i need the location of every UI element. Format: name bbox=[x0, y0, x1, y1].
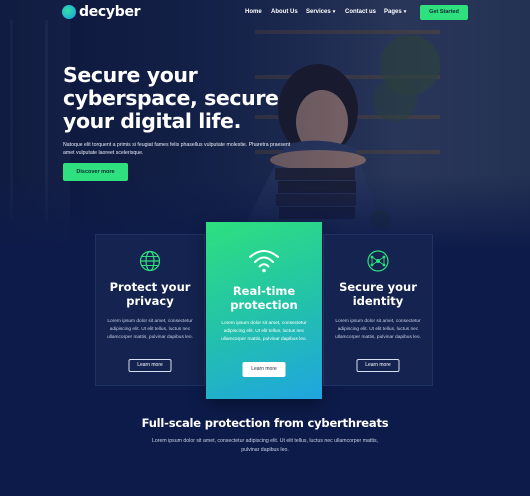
card-title: Protect your privacy bbox=[109, 280, 191, 308]
network-icon bbox=[367, 250, 389, 272]
nav-item-pages-label: Pages bbox=[384, 9, 402, 15]
nav-item-about[interactable]: About Us bbox=[271, 9, 298, 15]
feature-card-realtime: Real-time protection Lorem ipsum dolor s… bbox=[206, 222, 322, 399]
logo-mark-icon bbox=[62, 5, 76, 19]
learn-more-button[interactable]: Learn more bbox=[242, 362, 286, 377]
discover-more-button[interactable]: Discover more bbox=[63, 163, 128, 181]
card-title: Secure your identity bbox=[339, 280, 417, 308]
chevron-down-icon: ▾ bbox=[403, 9, 407, 15]
card-text: Lorem ipsum dolor sit amet, consectetur … bbox=[107, 319, 193, 340]
nav-item-pages[interactable]: Pages ▾ bbox=[384, 9, 406, 15]
nav-item-contact[interactable]: Contact us bbox=[345, 9, 376, 15]
nav-item-services[interactable]: Services ▾ bbox=[306, 9, 335, 15]
wifi-icon bbox=[249, 250, 279, 273]
hero-subtitle: Natoque elit torquent a primis si feugia… bbox=[63, 142, 291, 156]
logo[interactable]: decyber bbox=[62, 4, 141, 20]
card-text: Lorem ipsum dolor sit amet, consectetur … bbox=[335, 319, 421, 340]
chevron-down-icon: ▾ bbox=[332, 9, 336, 15]
brand-name: decyber bbox=[79, 4, 141, 20]
nav-item-home[interactable]: Home bbox=[245, 9, 262, 15]
feature-card-identity: Secure your identity Lorem ipsum dolor s… bbox=[323, 234, 433, 386]
card-title: Real-time protection bbox=[230, 284, 298, 312]
globe-icon bbox=[139, 250, 161, 272]
get-started-button[interactable]: Get Started bbox=[420, 5, 468, 20]
card-text: Lorem ipsum dolor sit amet, consectetur … bbox=[221, 321, 307, 342]
site-header: decyber Home About Us Services ▾ Contact … bbox=[0, 0, 530, 26]
section-title: Full-scale protection from cyberthreats bbox=[141, 416, 389, 430]
learn-more-button[interactable]: Learn more bbox=[356, 359, 400, 372]
feature-card-privacy: Protect your privacy Lorem ipsum dolor s… bbox=[95, 234, 205, 386]
nav-item-services-label: Services bbox=[306, 9, 331, 15]
learn-more-button[interactable]: Learn more bbox=[128, 359, 172, 372]
hero-title: Secure your cyberspace, secure your digi… bbox=[63, 63, 279, 133]
section-text: Lorem ipsum dolor sit amet, consectetur … bbox=[151, 438, 379, 453]
